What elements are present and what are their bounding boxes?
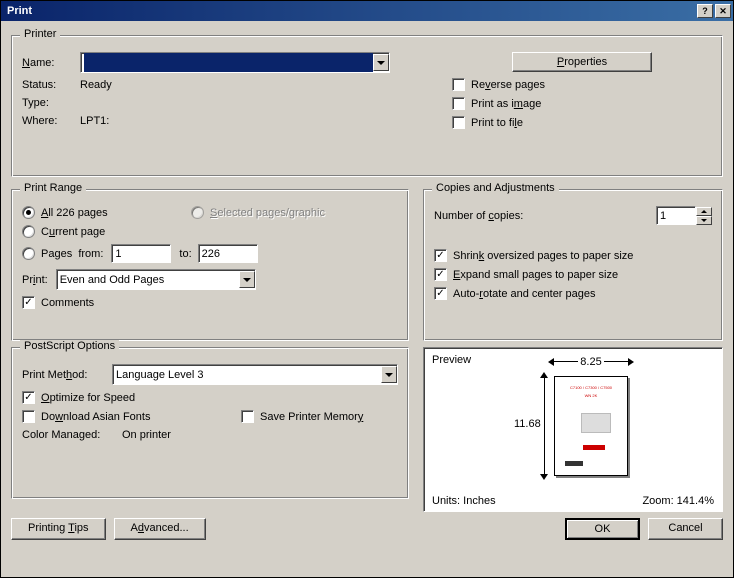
num-copies-input[interactable] xyxy=(656,206,696,225)
copies-up-button[interactable] xyxy=(696,207,712,216)
postscript-group: PostScript Options Print Method: Languag… xyxy=(11,347,409,499)
dropdown-arrow-icon[interactable] xyxy=(381,366,397,383)
save-memory-checkbox[interactable] xyxy=(241,410,254,423)
printer-legend: Printer xyxy=(20,28,60,40)
shrink-label: Shrink oversized pages to paper size xyxy=(453,250,633,262)
reverse-pages-checkbox[interactable] xyxy=(452,78,465,91)
optimize-speed-label: Optimize for Speed xyxy=(41,392,135,404)
arrow-up-icon xyxy=(540,372,548,378)
ok-button[interactable]: OK xyxy=(565,518,640,540)
print-pages-value: Even and Odd Pages xyxy=(60,274,165,286)
dim-line-icon xyxy=(544,376,545,476)
preview-panel: Preview 8.25 11.68 C7100 / C7300 / C7500… xyxy=(423,347,723,512)
titlebar: Print ? ✕ xyxy=(1,1,733,21)
expand-label: Expand small pages to paper size xyxy=(453,269,618,281)
pages-to-label: to: xyxy=(179,248,191,260)
printer-name-dropdown[interactable] xyxy=(80,52,390,73)
print-range-group: Print Range All 226 pages Selected pages… xyxy=(11,189,409,341)
comments-label: Comments xyxy=(41,297,94,309)
window-title: Print xyxy=(3,5,32,17)
shrink-checkbox[interactable] xyxy=(434,249,447,262)
print-to-file-checkbox[interactable] xyxy=(452,116,465,129)
all-pages-radio[interactable] xyxy=(22,206,35,219)
current-page-radio[interactable] xyxy=(22,225,35,238)
print-select-label: Print: xyxy=(22,274,48,286)
preview-page: C7100 / C7300 / C7500 WN 2K xyxy=(554,376,628,476)
expand-checkbox[interactable] xyxy=(434,268,447,281)
color-managed-value: On printer xyxy=(122,429,171,441)
preview-height: 11.68 xyxy=(514,418,541,430)
preview-label: Preview xyxy=(432,354,471,366)
reverse-pages-label: Reverse pages xyxy=(471,79,545,91)
pages-label: Pages from: xyxy=(41,248,103,260)
pages-radio[interactable] xyxy=(22,247,35,260)
print-range-legend: Print Range xyxy=(20,182,86,194)
close-button[interactable]: ✕ xyxy=(715,4,731,18)
print-as-image-checkbox[interactable] xyxy=(452,97,465,110)
print-method-dropdown[interactable]: Language Level 3 xyxy=(112,364,398,385)
color-managed-label: Color Managed: xyxy=(22,429,122,441)
black-block-icon xyxy=(565,461,583,466)
optimize-speed-checkbox[interactable] xyxy=(22,391,35,404)
cancel-button[interactable]: Cancel xyxy=(648,518,723,540)
type-label: Type: xyxy=(22,97,72,109)
print-as-image-label: Print as image xyxy=(471,98,541,110)
save-memory-label: Save Printer Memory xyxy=(260,411,363,423)
printer-name-value xyxy=(84,53,373,72)
download-asian-checkbox[interactable] xyxy=(22,410,35,423)
arrow-left-icon xyxy=(548,358,554,366)
num-copies-label: Number of copies: xyxy=(434,210,656,222)
print-method-value: Language Level 3 xyxy=(116,369,203,381)
pages-to-input[interactable] xyxy=(198,244,258,263)
arrow-right-icon xyxy=(628,358,634,366)
dropdown-arrow-icon[interactable] xyxy=(373,54,389,71)
pages-from-input[interactable] xyxy=(111,244,171,263)
preview-width: 8.25 xyxy=(552,356,630,368)
printing-tips-button[interactable]: Printing Tips xyxy=(11,518,106,540)
comments-checkbox[interactable] xyxy=(22,296,35,309)
selected-pages-label: Selected pages/graphic xyxy=(210,207,325,219)
printer-name-label: Name: xyxy=(22,57,72,69)
print-to-file-label: Print to file xyxy=(471,117,523,129)
preview-zoom: Zoom: 141.4% xyxy=(642,495,714,507)
properties-button[interactable]: Properties xyxy=(512,52,652,72)
dropdown-arrow-icon[interactable] xyxy=(239,271,255,288)
printer-icon xyxy=(581,413,611,433)
copies-group: Copies and Adjustments Number of copies:… xyxy=(423,189,723,341)
arrow-down-icon xyxy=(540,474,548,480)
autorotate-label: Auto-rotate and center pages xyxy=(453,288,596,300)
autorotate-checkbox[interactable] xyxy=(434,287,447,300)
copies-down-button[interactable] xyxy=(696,216,712,225)
advanced-button[interactable]: Advanced... xyxy=(114,518,206,540)
status-value: Ready xyxy=(80,79,112,91)
preview-units: Units: Inches xyxy=(432,495,496,507)
where-value: LPT1: xyxy=(80,115,109,127)
print-method-label: Print Method: xyxy=(22,369,112,381)
where-label: Where: xyxy=(22,115,72,127)
all-pages-label: All 226 pages xyxy=(41,207,191,219)
download-asian-label: Download Asian Fonts xyxy=(41,411,241,423)
printer-group: Printer Name: Status:Ready Type: Where:L… xyxy=(11,35,723,177)
print-pages-dropdown[interactable]: Even and Odd Pages xyxy=(56,269,256,290)
help-button[interactable]: ? xyxy=(697,4,713,18)
copies-legend: Copies and Adjustments xyxy=(432,182,559,194)
red-bar-icon xyxy=(583,445,605,450)
selected-pages-radio xyxy=(191,206,204,219)
current-page-label: Current page xyxy=(41,226,105,238)
postscript-legend: PostScript Options xyxy=(20,340,119,352)
status-label: Status: xyxy=(22,79,72,91)
